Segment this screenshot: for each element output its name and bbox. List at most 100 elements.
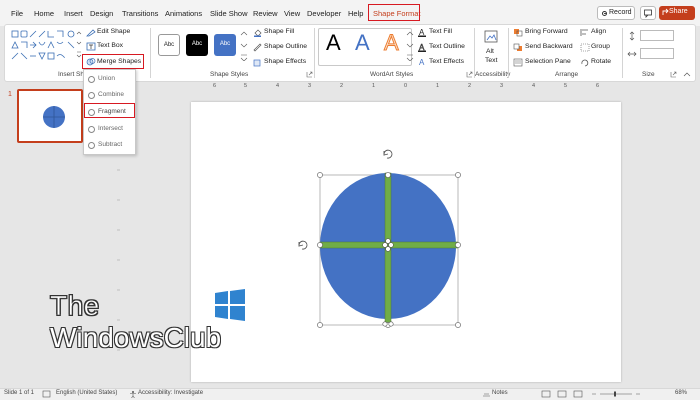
ruler-tick: 6: [596, 83, 600, 89]
align-button[interactable]: Align: [591, 28, 606, 35]
style-preset-1-label: Abc: [163, 42, 175, 48]
record-button[interactable]: Record: [597, 6, 635, 20]
rotate-icon: [581, 59, 589, 67]
shapes-gallery[interactable]: [10, 29, 78, 63]
selected-shape[interactable]: [290, 142, 470, 332]
intersect-icon: [88, 126, 95, 133]
notes-icon: [483, 393, 490, 397]
rotate-button[interactable]: Rotate: [591, 58, 611, 65]
style-preset-1[interactable]: Abc: [158, 34, 180, 56]
tab-design[interactable]: Design: [90, 9, 113, 18]
wordart-launcher-icon[interactable]: [466, 71, 473, 78]
tab-insert[interactable]: Insert: [64, 9, 83, 18]
size-launcher-icon[interactable]: [670, 71, 677, 78]
highlight-merge-shapes: [82, 54, 144, 69]
group-button[interactable]: Group: [591, 43, 610, 50]
menu-item-union[interactable]: Union: [98, 75, 115, 82]
comments-button[interactable]: [640, 6, 656, 20]
size-group-label: Size: [642, 71, 655, 78]
style-preset-3[interactable]: Abc: [214, 34, 236, 56]
ruler-tick: 4: [276, 83, 280, 89]
accessibility-status[interactable]: Accessibility: Investigate: [138, 390, 203, 396]
bring-forward-button[interactable]: Bring Forward: [525, 28, 568, 35]
spelling-icon[interactable]: [42, 390, 51, 398]
shape-width-field[interactable]: [640, 48, 674, 59]
tab-transitions[interactable]: Transitions: [122, 9, 158, 18]
combine-icon: [88, 92, 95, 99]
menu-item-intersect[interactable]: Intersect: [98, 125, 123, 132]
zoom-level[interactable]: 68%: [675, 390, 687, 396]
subtract-icon: [88, 142, 95, 149]
selection-pane-button[interactable]: Selection Pane: [525, 58, 571, 65]
text-effects-icon: A: [419, 58, 425, 67]
menu-item-combine[interactable]: Combine: [98, 91, 124, 98]
tab-slide-show[interactable]: Slide Show: [210, 9, 248, 18]
text-box-icon: [86, 42, 96, 51]
slide-number: 1: [8, 91, 12, 98]
edit-shape-button[interactable]: Edit Shape: [97, 28, 130, 35]
view-buttons[interactable]: [540, 390, 640, 398]
highlight-fragment: [84, 103, 135, 118]
send-backward-icon: [513, 43, 522, 51]
share-label: Share: [669, 8, 688, 15]
edit-shape-icon: [86, 29, 96, 37]
highlight-shape-format: [368, 4, 420, 21]
width-icon: [627, 51, 637, 57]
style-gallery-scroll[interactable]: [240, 31, 248, 61]
style-preset-2-label: Abc: [191, 41, 203, 47]
ruler-tick: 0: [404, 83, 408, 89]
shape-styles-group-label: Shape Styles: [210, 71, 249, 78]
accessibility-group-label: Accessibility: [475, 71, 511, 78]
ribbon-separator: [314, 28, 315, 78]
ribbon-separator: [150, 28, 151, 78]
alt-text-label-2[interactable]: Text: [485, 57, 497, 64]
alt-text-label-1[interactable]: Alt: [486, 48, 494, 55]
slide-thumbnail[interactable]: [17, 89, 83, 143]
tab-developer[interactable]: Developer: [307, 9, 341, 18]
accessibility-icon: [130, 391, 136, 398]
windows-logo-icon: [215, 289, 245, 321]
text-outline-icon: A: [418, 43, 426, 52]
shape-styles-launcher-icon[interactable]: [306, 71, 313, 78]
watermark-line-2: WindowsClub: [50, 322, 222, 353]
share-button[interactable]: Share: [659, 6, 695, 20]
tab-review[interactable]: Review: [253, 9, 278, 18]
text-effects-button[interactable]: Text Effects: [429, 58, 464, 65]
wordart-style-1[interactable]: A: [326, 30, 341, 56]
record-icon: [602, 10, 607, 16]
style-preset-2[interactable]: Abc: [186, 34, 208, 56]
language-status[interactable]: English (United States): [56, 390, 117, 396]
tab-home[interactable]: Home: [34, 9, 54, 18]
ruler-tick: 1: [372, 83, 376, 89]
menu-item-subtract[interactable]: Subtract: [98, 141, 122, 148]
ribbon-separator: [508, 28, 509, 78]
wordart-style-2[interactable]: A: [355, 30, 370, 56]
shape-height-field[interactable]: [640, 30, 674, 41]
shape-effects-button[interactable]: Shape Effects: [264, 58, 306, 65]
shape-outline-button[interactable]: Shape Outline: [264, 43, 307, 50]
watermark-line-1: The: [50, 290, 100, 322]
ruler-tick: 2: [468, 83, 472, 89]
ruler-tick: 1: [436, 83, 440, 89]
tab-animations[interactable]: Animations: [165, 9, 202, 18]
text-outline-button[interactable]: Text Outline: [429, 43, 465, 50]
ruler-tick: 2: [340, 83, 344, 89]
ribbon-separator: [622, 28, 623, 78]
ruler-tick: 5: [244, 83, 248, 89]
tab-view[interactable]: View: [284, 9, 300, 18]
tab-help[interactable]: Help: [348, 9, 363, 18]
notes-button[interactable]: Notes: [492, 390, 508, 396]
union-icon: [88, 76, 95, 83]
selection-pane-icon: [513, 58, 523, 67]
ruler-tick: 3: [500, 83, 504, 89]
tab-file[interactable]: File: [11, 9, 23, 18]
shape-fill-button[interactable]: Shape Fill: [264, 28, 294, 35]
text-box-button[interactable]: Text Box: [97, 42, 123, 49]
text-fill-button[interactable]: Text Fill: [429, 28, 452, 35]
wordart-style-3[interactable]: A: [384, 30, 400, 56]
ruler-tick: 3: [308, 83, 312, 89]
wordart-gallery-scroll[interactable]: [406, 31, 414, 61]
collapse-ribbon-icon[interactable]: [683, 71, 691, 78]
send-backward-button[interactable]: Send Backward: [525, 43, 573, 50]
group-icon: [580, 43, 590, 52]
